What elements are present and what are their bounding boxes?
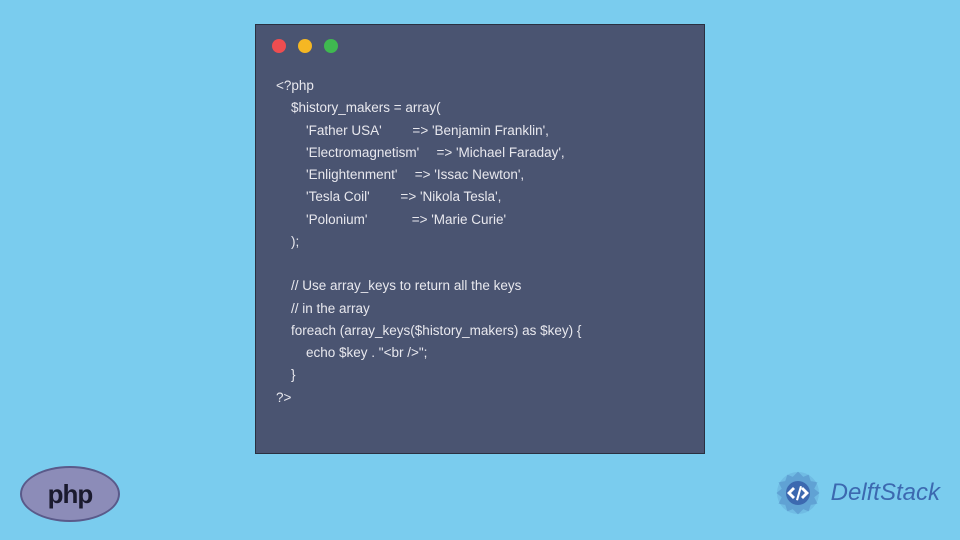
maximize-dot	[324, 39, 338, 53]
code-content: <?php $history_makers = array( 'Father U…	[256, 67, 704, 425]
code-line: $history_makers = array(	[276, 100, 441, 115]
code-line: <?php	[276, 78, 314, 93]
code-line: echo $key . "<br />";	[276, 345, 427, 360]
code-line: ?>	[276, 390, 291, 405]
code-line: // Use array_keys to return all the keys	[276, 278, 521, 293]
code-line: 'Polonium' => 'Marie Curie'	[276, 212, 506, 227]
code-line: );	[276, 234, 299, 249]
code-line: 'Tesla Coil' => 'Nikola Tesla',	[276, 189, 501, 204]
code-line: }	[276, 367, 296, 382]
code-window: <?php $history_makers = array( 'Father U…	[255, 24, 705, 454]
php-logo: php	[20, 466, 120, 522]
delftstack-logo: DelftStack	[771, 466, 940, 520]
close-dot	[272, 39, 286, 53]
code-line: 'Father USA' => 'Benjamin Franklin',	[276, 123, 549, 138]
code-line: 'Electromagnetism' => 'Michael Faraday',	[276, 145, 565, 160]
delftstack-text: DelftStack	[831, 479, 940, 507]
code-line: 'Enlightenment' => 'Issac Newton',	[276, 167, 524, 182]
php-logo-text: php	[48, 479, 93, 510]
code-line: foreach (array_keys($history_makers) as …	[276, 323, 581, 338]
code-line: // in the array	[276, 301, 370, 316]
window-controls	[256, 25, 704, 67]
minimize-dot	[298, 39, 312, 53]
delftstack-icon	[771, 466, 825, 520]
